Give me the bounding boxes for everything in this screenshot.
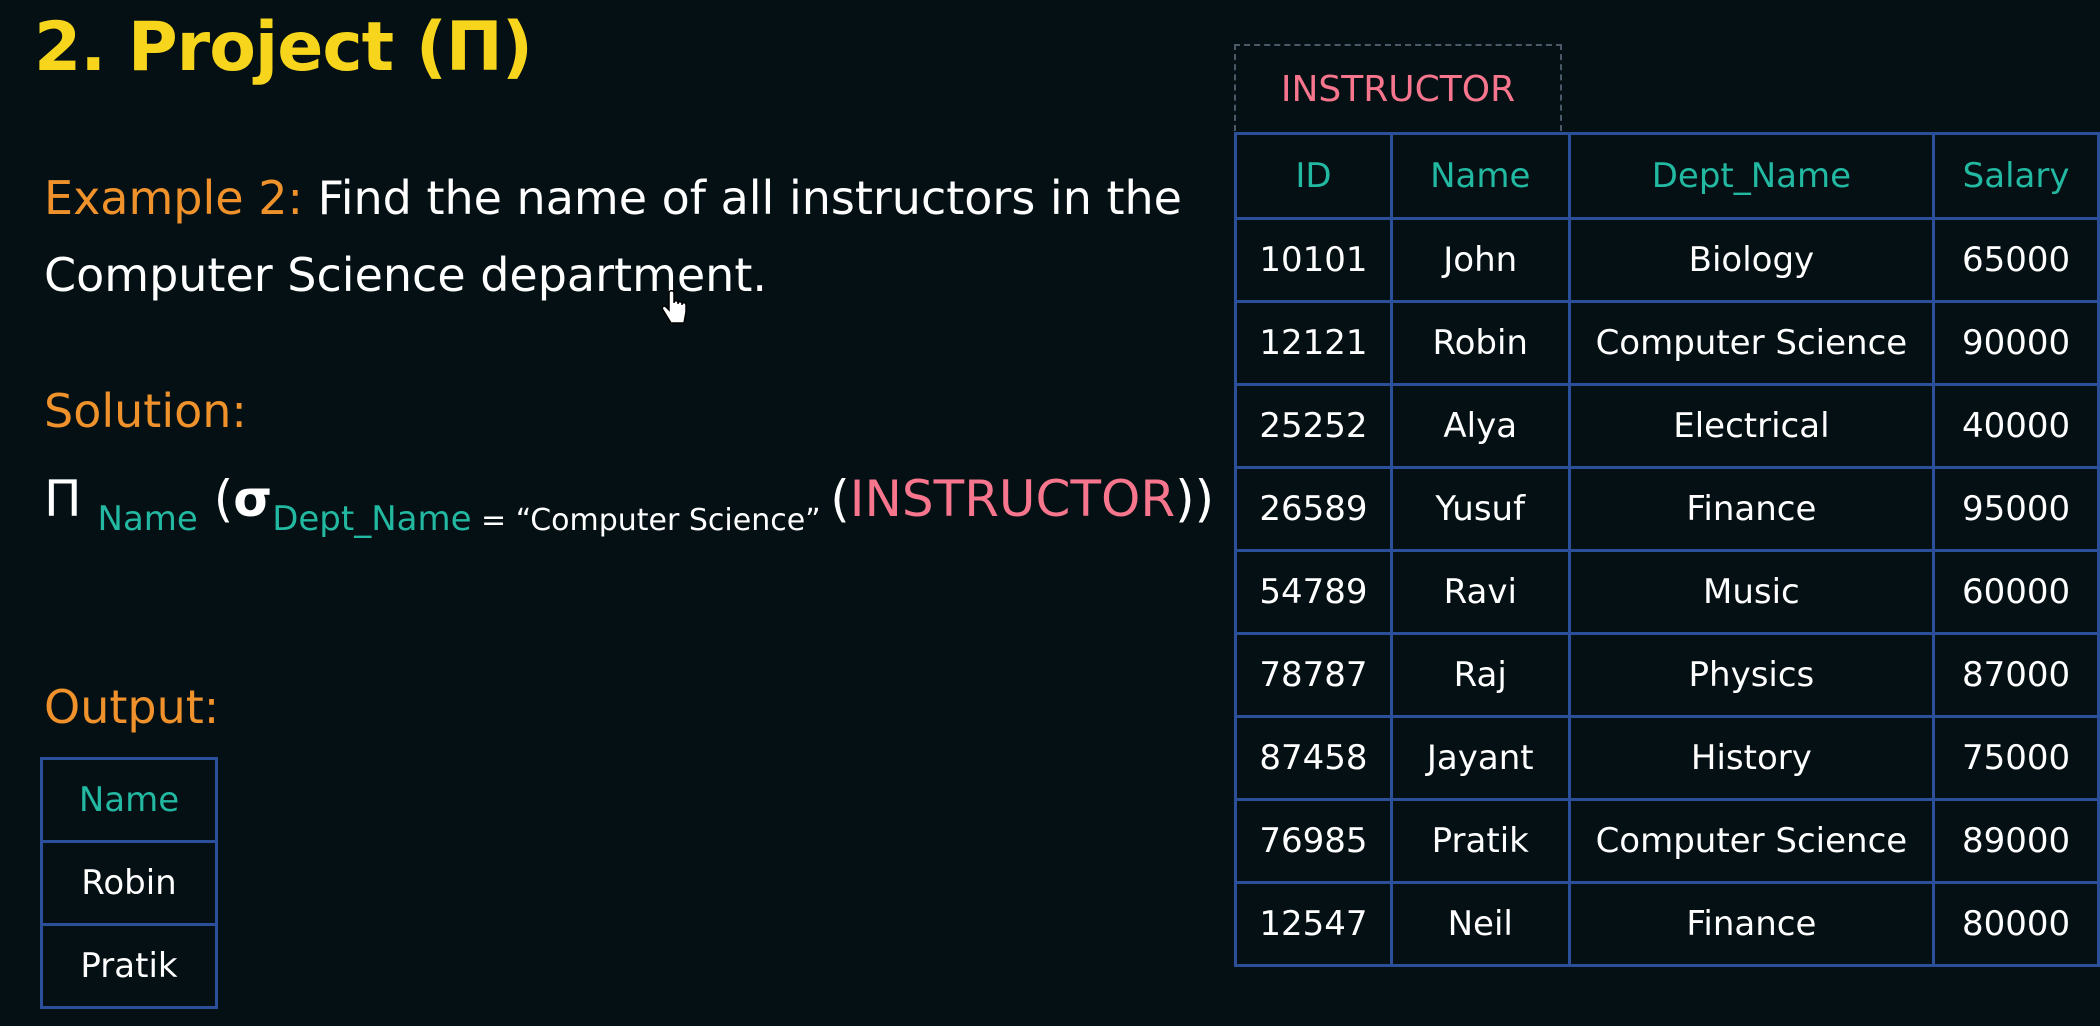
table-row: 10101 John Biology 65000 bbox=[1234, 217, 2100, 303]
table-cell: 60000 bbox=[1932, 549, 2100, 635]
table-cell: 80000 bbox=[1932, 881, 2100, 967]
table-cell: 10101 bbox=[1234, 217, 1393, 303]
table-cell: 90000 bbox=[1932, 300, 2100, 386]
table-cell: Electrical bbox=[1567, 383, 1936, 469]
table-cell: 65000 bbox=[1932, 217, 2100, 303]
table-row: 54789 Ravi Music 60000 bbox=[1234, 549, 2100, 635]
table-cell: 12547 bbox=[1234, 881, 1393, 967]
table-cell: 54789 bbox=[1234, 549, 1393, 635]
table-cell: 87000 bbox=[1932, 632, 2100, 718]
example-label: Example 2: bbox=[44, 171, 303, 225]
project-operator: Π bbox=[44, 470, 82, 528]
table-cell: Music bbox=[1567, 549, 1936, 635]
slide-title: 2. Project (Π) bbox=[34, 8, 533, 87]
table-cell: 40000 bbox=[1932, 383, 2100, 469]
select-operator: σ bbox=[233, 470, 273, 528]
relation-name: INSTRUCTOR bbox=[849, 470, 1176, 528]
table-row: 12547 Neil Finance 80000 bbox=[1234, 881, 2100, 967]
table-cell: 75000 bbox=[1932, 715, 2100, 801]
table-cell: History bbox=[1567, 715, 1936, 801]
column-header: Name bbox=[1389, 132, 1571, 220]
table-cell: Yusuf bbox=[1389, 466, 1571, 552]
column-header: Dept_Name bbox=[1567, 132, 1936, 220]
output-header-row: Name bbox=[40, 757, 218, 843]
table-row: 87458 Jayant History 75000 bbox=[1234, 715, 2100, 801]
table-cell: Finance bbox=[1567, 466, 1936, 552]
table-cell: Alya bbox=[1389, 383, 1571, 469]
table-cell: John bbox=[1389, 217, 1571, 303]
table-row: 12121 Robin Computer Science 90000 bbox=[1234, 300, 2100, 386]
instructor-table: ID Name Dept_Name Salary 10101 John Biol… bbox=[1234, 132, 2100, 967]
table-cell: Ravi bbox=[1389, 549, 1571, 635]
table-cell: Robin bbox=[1389, 300, 1571, 386]
table-cell: Computer Science bbox=[1567, 798, 1936, 884]
table-cell: Neil bbox=[1389, 881, 1571, 967]
table-row: 25252 Alya Electrical 40000 bbox=[1234, 383, 2100, 469]
instructor-relation-tag: INSTRUCTOR bbox=[1234, 44, 1562, 131]
project-attribute: Name bbox=[97, 499, 198, 539]
table-cell: Physics bbox=[1567, 632, 1936, 718]
open-paren: ( bbox=[197, 470, 234, 528]
table-cell: Finance bbox=[1567, 881, 1936, 967]
table-cell: Computer Science bbox=[1567, 300, 1936, 386]
column-header: ID bbox=[1234, 132, 1393, 220]
table-cell: Raj bbox=[1389, 632, 1571, 718]
table-row: 76985 Pratik Computer Science 89000 bbox=[1234, 798, 2100, 884]
table-cell: Jayant bbox=[1389, 715, 1571, 801]
table-row: 26589 Yusuf Finance 95000 bbox=[1234, 466, 2100, 552]
table-cell: Biology bbox=[1567, 217, 1936, 303]
select-condition: = “Computer Science” bbox=[471, 503, 831, 538]
table-cell: 26589 bbox=[1234, 466, 1393, 552]
table-cell: 89000 bbox=[1932, 798, 2100, 884]
table-row: Robin bbox=[40, 840, 218, 926]
output-cell: Pratik bbox=[40, 923, 218, 1009]
hand-pointer-icon bbox=[661, 290, 687, 324]
table-row: Pratik bbox=[40, 923, 218, 1009]
table-cell: 25252 bbox=[1234, 383, 1393, 469]
output-table: Name Robin Pratik bbox=[40, 757, 218, 1009]
table-cell: 87458 bbox=[1234, 715, 1393, 801]
relation-open-paren: ( bbox=[830, 470, 850, 528]
relational-algebra-expression: Π Name (σDept_Name = “Computer Science” … bbox=[44, 470, 1215, 539]
table-cell: 95000 bbox=[1932, 466, 2100, 552]
output-label: Output: bbox=[44, 680, 220, 734]
table-cell: Pratik bbox=[1389, 798, 1571, 884]
example-question: Example 2: Find the name of all instruct… bbox=[44, 160, 1204, 314]
table-row: 78787 Raj Physics 87000 bbox=[1234, 632, 2100, 718]
solution-label: Solution: bbox=[44, 384, 247, 438]
column-header: Salary bbox=[1932, 132, 2100, 220]
output-header-cell: Name bbox=[40, 757, 218, 843]
table-cell: 78787 bbox=[1234, 632, 1393, 718]
close-parens: )) bbox=[1175, 470, 1215, 528]
instructor-header-row: ID Name Dept_Name Salary bbox=[1234, 132, 2100, 220]
select-attribute: Dept_Name bbox=[272, 499, 472, 539]
table-cell: 76985 bbox=[1234, 798, 1393, 884]
output-cell: Robin bbox=[40, 840, 218, 926]
table-cell: 12121 bbox=[1234, 300, 1393, 386]
